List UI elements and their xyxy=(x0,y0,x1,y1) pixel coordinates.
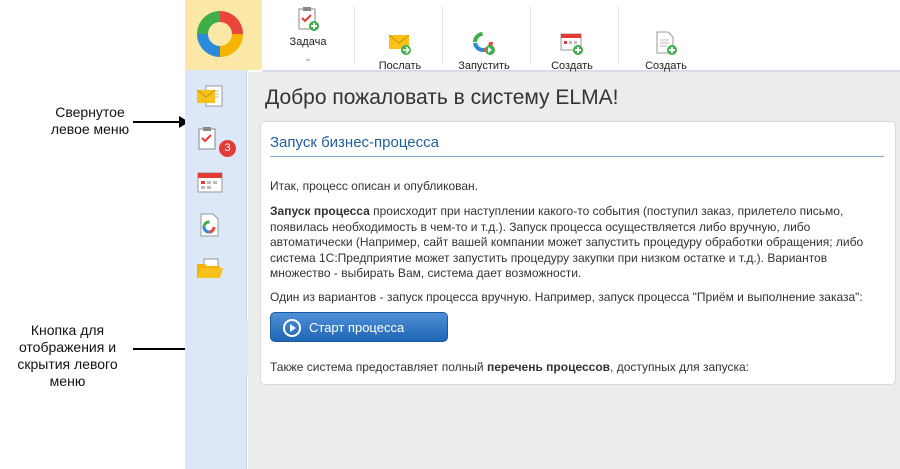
play-icon xyxy=(283,319,301,337)
toolbar-divider xyxy=(618,6,619,64)
page-title: Добро пожаловать в систему ELMA! xyxy=(265,86,619,109)
calendar-icon[interactable] xyxy=(196,170,224,196)
paragraph-4: Также система предоставляет полный переч… xyxy=(270,360,882,376)
create-document-button[interactable]: Создать документ xyxy=(624,0,708,84)
card-divider xyxy=(270,156,884,157)
annotation-arrow-collapsed-menu xyxy=(133,116,189,128)
chevron-down-icon[interactable]: ⌄ xyxy=(266,53,350,65)
documents-folder-icon[interactable] xyxy=(196,256,224,282)
collapsed-left-menu: 3 xyxy=(185,70,247,469)
send-message-button[interactable]: Послать сообщение xyxy=(358,0,442,84)
document-icon xyxy=(654,18,678,55)
create-event-button[interactable]: Создать событие xyxy=(530,0,614,84)
process-icon xyxy=(472,18,496,55)
toolbar-divider xyxy=(354,6,355,64)
paragraph-4-start: Также система предоставляет полный xyxy=(270,360,487,374)
card-title: Запуск бизнес-процесса xyxy=(270,134,439,151)
start-process-main-label: Старт процесса xyxy=(309,320,405,335)
task-button[interactable]: Задача ⌄ xyxy=(266,0,350,70)
paragraph-2-bold: Запуск процесса xyxy=(270,204,370,218)
paragraph-2: Запуск процесса происходит при наступлен… xyxy=(270,204,882,282)
start-process-main-button[interactable]: Старт процесса xyxy=(270,312,448,342)
annotation-collapsed-menu: Свернутое левое меню xyxy=(50,104,130,137)
annotation-panel: Свернутое левое меню Кнопка для отображе… xyxy=(0,0,239,469)
task-label: Задача xyxy=(289,36,327,48)
calendar-icon xyxy=(560,18,584,55)
tasks-icon[interactable]: 3 xyxy=(196,126,236,157)
messages-icon[interactable] xyxy=(196,84,224,110)
top-toolbar: Задача ⌄ Послать сообщение Запустить про… xyxy=(262,0,900,84)
task-clipboard-icon xyxy=(296,6,320,32)
start-process-button[interactable]: Запустить процесс xyxy=(442,0,526,84)
elma-logo-icon[interactable] xyxy=(197,11,243,57)
processes-icon[interactable] xyxy=(196,212,224,238)
paragraph-1: Итак, процесс описан и опубликован. xyxy=(270,179,478,193)
tasks-count-badge: 3 xyxy=(219,140,236,157)
paragraph-4-end: , доступных для запуска: xyxy=(610,360,750,374)
paragraph-3: Один из вариантов - запуск процесса вруч… xyxy=(270,290,863,304)
annotation-toggle-button: Кнопка для отображения и скрытия левого … xyxy=(17,322,118,389)
envelope-icon xyxy=(388,18,412,55)
process-list-link: перечень процессов xyxy=(486,360,611,374)
